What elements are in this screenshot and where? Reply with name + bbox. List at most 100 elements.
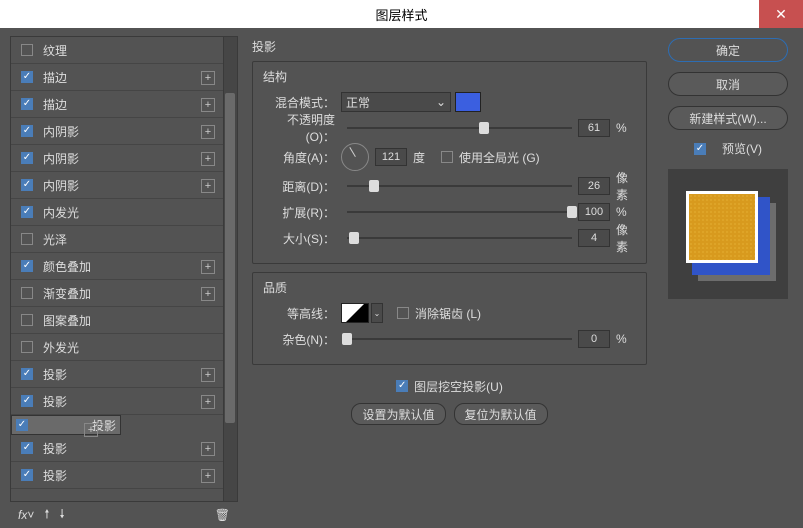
effect-checkbox[interactable]: [21, 206, 33, 218]
effect-checkbox[interactable]: [21, 287, 33, 299]
section-header: 品质: [263, 279, 636, 296]
effect-checkbox[interactable]: [21, 260, 33, 272]
spread-input[interactable]: 100: [578, 203, 610, 221]
effect-label: 外发光: [43, 339, 79, 356]
global-light-label: 使用全局光 (G): [459, 149, 540, 166]
scrollbar[interactable]: [223, 37, 237, 501]
preview-label: 预览(V): [722, 140, 762, 157]
effect-checkbox[interactable]: [21, 71, 33, 83]
effect-row[interactable]: 投影 +: [11, 462, 237, 489]
effect-label: 内阴影: [43, 150, 79, 167]
angle-input[interactable]: 121: [375, 148, 407, 166]
effect-checkbox[interactable]: [21, 98, 33, 110]
contour-dropdown[interactable]: ⌄: [371, 303, 383, 323]
distance-slider[interactable]: [347, 176, 572, 196]
effect-row[interactable]: 投影+: [11, 388, 237, 415]
effect-checkbox[interactable]: [16, 419, 28, 431]
reset-default-button[interactable]: 复位为默认值: [454, 403, 548, 425]
effect-label: 投影: [43, 467, 67, 484]
effect-checkbox[interactable]: [21, 44, 33, 56]
effect-row[interactable]: 投影+: [11, 415, 121, 435]
opacity-slider[interactable]: [347, 118, 572, 138]
effect-row[interactable]: 描边+: [11, 91, 237, 118]
contour-label: 等高线：: [263, 305, 341, 322]
effect-row[interactable]: 投影 +: [11, 361, 237, 388]
add-effect-icon[interactable]: +: [201, 368, 215, 382]
angle-label: 角度(A)：: [263, 149, 341, 166]
ok-button[interactable]: 确定: [668, 38, 788, 62]
set-default-button[interactable]: 设置为默认值: [351, 403, 445, 425]
effect-checkbox[interactable]: [21, 341, 33, 353]
effect-label: 内阴影: [43, 177, 79, 194]
add-effect-icon[interactable]: +: [201, 287, 215, 301]
effect-checkbox[interactable]: [21, 125, 33, 137]
arrow-down-icon[interactable]: 🠗: [60, 505, 65, 526]
cancel-button[interactable]: 取消: [668, 72, 788, 96]
add-effect-icon[interactable]: +: [201, 395, 215, 409]
size-input[interactable]: 4: [578, 229, 610, 247]
effect-row[interactable]: 外发光: [11, 334, 237, 361]
add-effect-icon[interactable]: +: [201, 260, 215, 274]
distance-input[interactable]: 26: [578, 177, 610, 195]
effect-label: 颜色叠加: [43, 258, 91, 275]
effect-row[interactable]: 图案叠加: [11, 307, 237, 334]
effect-row[interactable]: 投影 +: [11, 435, 237, 462]
effect-row[interactable]: 内发光: [11, 199, 237, 226]
knockout-label: 图层挖空投影(U): [414, 378, 503, 395]
blend-mode-select[interactable]: 正常⌄: [341, 92, 451, 112]
effect-row[interactable]: 光泽: [11, 226, 237, 253]
distance-label: 距离(D)：: [263, 178, 341, 195]
effect-row[interactable]: 内阴影+: [11, 118, 237, 145]
knockout-checkbox[interactable]: [396, 380, 408, 392]
effect-row[interactable]: 纹理: [11, 37, 237, 64]
effect-checkbox[interactable]: [21, 314, 33, 326]
chevron-down-icon: ⌄: [436, 95, 446, 109]
effect-label: 光泽: [43, 231, 67, 248]
antialias-checkbox[interactable]: [397, 307, 409, 319]
effect-checkbox[interactable]: [21, 442, 33, 454]
add-effect-icon[interactable]: +: [201, 442, 215, 456]
global-light-checkbox[interactable]: [441, 151, 453, 163]
effect-checkbox[interactable]: [21, 395, 33, 407]
close-button[interactable]: ✕: [759, 0, 803, 28]
blend-label: 混合模式：: [263, 94, 341, 111]
effect-label: 描边: [43, 69, 67, 86]
effect-label: 纹理: [43, 42, 67, 59]
arrow-up-icon[interactable]: 🠕: [44, 505, 49, 526]
window-title: 图层样式: [375, 5, 427, 24]
panel-title: 投影: [252, 38, 647, 55]
effect-row[interactable]: 颜色叠加 +: [11, 253, 237, 280]
add-effect-icon[interactable]: +: [201, 98, 215, 112]
size-slider[interactable]: [347, 228, 572, 248]
effect-checkbox[interactable]: [21, 179, 33, 191]
effects-toolbar: fx˅ 🠕 🠗 🗑: [10, 502, 238, 528]
add-effect-icon[interactable]: +: [201, 152, 215, 166]
trash-icon[interactable]: 🗑: [215, 508, 230, 522]
noise-input[interactable]: 0: [578, 330, 610, 348]
fx-icon[interactable]: fx˅: [18, 508, 34, 522]
opacity-label: 不透明度(O)：: [263, 111, 341, 145]
spread-slider[interactable]: [347, 202, 572, 222]
opacity-input[interactable]: 61: [578, 119, 610, 137]
preview-checkbox[interactable]: [694, 143, 706, 155]
noise-slider[interactable]: [347, 329, 572, 349]
effect-checkbox[interactable]: [21, 368, 33, 380]
effect-row[interactable]: 描边 +: [11, 64, 237, 91]
effect-checkbox[interactable]: [21, 233, 33, 245]
effect-checkbox[interactable]: [21, 469, 33, 481]
add-effect-icon[interactable]: +: [201, 125, 215, 139]
effects-list: 纹理描边+描边+内阴影+内阴影+内阴影+内发光光泽颜色叠加+渐变叠加+图案叠加外…: [10, 36, 238, 502]
new-style-button[interactable]: 新建样式(W)...: [668, 106, 788, 130]
effect-label: 投影: [43, 440, 67, 457]
effect-row[interactable]: 内阴影 +: [11, 172, 237, 199]
add-effect-icon[interactable]: +: [201, 469, 215, 483]
add-effect-icon[interactable]: +: [201, 71, 215, 85]
shadow-color-swatch[interactable]: [455, 92, 481, 112]
contour-picker[interactable]: [341, 303, 369, 323]
effect-label: 投影: [43, 366, 67, 383]
add-effect-icon[interactable]: +: [201, 179, 215, 193]
effect-row[interactable]: 渐变叠加+: [11, 280, 237, 307]
angle-dial[interactable]: [341, 143, 369, 171]
effect-checkbox[interactable]: [21, 152, 33, 164]
effect-row[interactable]: 内阴影 +: [11, 145, 237, 172]
